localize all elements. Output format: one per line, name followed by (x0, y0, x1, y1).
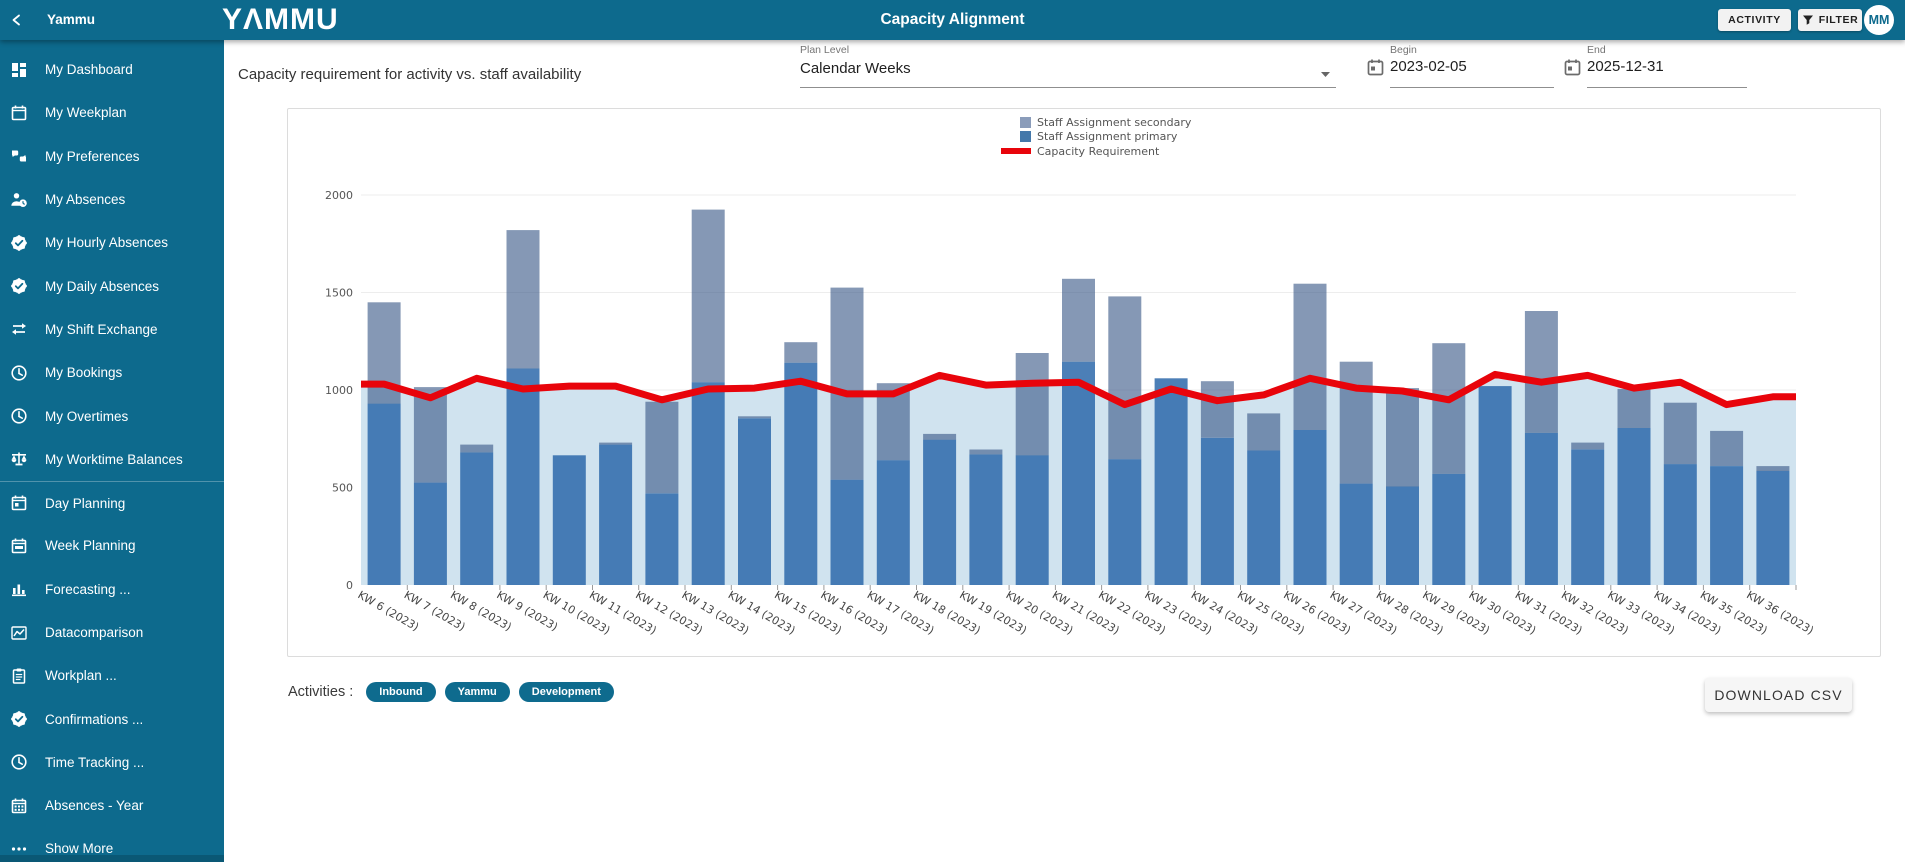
legend-item-capacity-requirement[interactable]: Capacity Requirement (1001, 144, 1191, 159)
sidebar-item-label: My Preferences (45, 149, 140, 164)
sidebar-item-label: Time Tracking ... (45, 755, 144, 770)
legend-item-staff-assignment-primary[interactable]: Staff Assignment primary (1001, 130, 1191, 145)
sidebar-item-day-planning[interactable]: Day Planning (0, 481, 224, 524)
sidebar-item-label: My Hourly Absences (45, 235, 168, 250)
sidebar-item-my-overtimes[interactable]: My Overtimes (0, 394, 224, 437)
sidebar-item-label: Day Planning (45, 496, 125, 511)
svg-text:1000: 1000 (325, 384, 353, 397)
activities-label: Activities : (288, 684, 353, 700)
sidebar-item-my-dashboard[interactable]: My Dashboard (0, 48, 224, 91)
sidebar-item-label: Forecasting ... (45, 582, 131, 597)
activity-chip-inbound[interactable]: Inbound (366, 682, 435, 702)
sidebar-item-my-worktime-balances[interactable]: My Worktime Balances (0, 438, 224, 481)
sidebar: My Dashboard My Weekplan My Preferences My … (0, 40, 224, 862)
plan-level-label: Plan Level (800, 44, 849, 56)
sidebar-item-my-shift-exchange[interactable]: My Shift Exchange (0, 308, 224, 351)
begin-label: Begin (1390, 44, 1417, 56)
clipboard-icon (10, 667, 28, 685)
funnel-icon (1802, 14, 1814, 26)
scale-icon (10, 450, 28, 468)
clock-icon (10, 753, 28, 771)
sidebar-item-confirmations[interactable]: Confirmations ... (0, 697, 224, 740)
sidebar-menu: My Dashboard My Weekplan My Preferences My … (0, 40, 224, 862)
line-chart-icon (10, 624, 28, 642)
badge-check-icon (10, 277, 28, 295)
plan-level-value: Calendar Weeks (800, 60, 911, 77)
dashboard-icon (10, 61, 28, 79)
capacity-chart: 0500100015002000KW 6 (2023)KW 7 (2023)KW… (288, 109, 1880, 663)
calendar-icon[interactable] (1563, 58, 1582, 77)
svg-text:500: 500 (332, 482, 353, 495)
calendar-range-icon (10, 537, 28, 555)
begin-date-input[interactable] (1390, 58, 1554, 75)
sidebar-item-label: My Shift Exchange (45, 322, 158, 337)
calendar-icon[interactable] (1366, 58, 1385, 77)
sidebar-item-label: My Dashboard (45, 62, 133, 77)
sidebar-item-label: My Worktime Balances (45, 452, 183, 467)
sidebar-item-label: My Absences (45, 192, 125, 207)
clock-icon (10, 407, 28, 425)
section-title: Capacity requirement for activity vs. st… (238, 66, 581, 83)
calendar-month-icon (10, 797, 28, 815)
sidebar-item-workplan[interactable]: Workplan ... (0, 654, 224, 697)
sidebar-item-label: Absences - Year (45, 798, 143, 813)
end-label: End (1587, 44, 1606, 56)
activities-row: Activities : Inbound Yammu Development (288, 682, 614, 702)
sidebar-item-my-preferences[interactable]: My Preferences (0, 135, 224, 178)
badge-check-icon (10, 234, 28, 252)
sidebar-item-my-hourly-absences[interactable]: My Hourly Absences (0, 221, 224, 264)
sidebar-item-label: My Weekplan (45, 105, 127, 120)
legend-square-swatch (1020, 117, 1031, 128)
capacity-chart-svg: 0500100015002000KW 6 (2023)KW 7 (2023)KW… (288, 109, 1882, 658)
sidebar-bottom-strip (0, 855, 224, 862)
sidebar-item-my-bookings[interactable]: My Bookings (0, 351, 224, 394)
download-csv-button[interactable]: DOWNLOAD CSV (1705, 678, 1852, 712)
sidebar-item-label: Workplan ... (45, 668, 117, 683)
sidebar-item-label: Datacomparison (45, 625, 143, 640)
clock-icon (10, 364, 28, 382)
sidebar-item-forecasting[interactable]: Forecasting ... (0, 568, 224, 611)
sidebar-item-label: My Daily Absences (45, 279, 159, 294)
sidebar-item-my-weekplan[interactable]: My Weekplan (0, 91, 224, 134)
svg-text:1500: 1500 (325, 287, 353, 300)
calendar-icon (10, 104, 28, 122)
legend-item-staff-assignment-secondary[interactable]: Staff Assignment secondary (1001, 115, 1191, 130)
svg-text:2000: 2000 (325, 189, 353, 202)
legend-square-swatch (1020, 131, 1031, 142)
legend-line-swatch (1001, 148, 1031, 154)
sidebar-item-my-daily-absences[interactable]: My Daily Absences (0, 264, 224, 307)
bar-chart-icon (10, 580, 28, 598)
swap-arrows-icon (10, 320, 28, 338)
page-title: Capacity Alignment (0, 11, 1905, 29)
sidebar-item-my-absences[interactable]: My Absences (0, 178, 224, 221)
activity-chip-yammu[interactable]: Yammu (445, 682, 510, 702)
person-clock-icon (10, 191, 28, 209)
sidebar-item-week-planning[interactable]: Week Planning (0, 524, 224, 567)
user-avatar[interactable]: MM (1864, 5, 1894, 35)
sidebar-item-label: Confirmations ... (45, 712, 143, 727)
sidebar-item-time-tracking[interactable]: Time Tracking ... (0, 741, 224, 784)
svg-text:0: 0 (346, 579, 353, 592)
sidebar-item-label: Week Planning (45, 538, 136, 553)
sidebar-item-label: My Bookings (45, 365, 122, 380)
badge-check-icon (10, 710, 28, 728)
sidebar-item-label: My Overtimes (45, 409, 128, 424)
activity-chip-development[interactable]: Development (519, 682, 614, 702)
capacity-chart-card: Staff Assignment secondaryStaff Assignme… (287, 108, 1881, 657)
thumbs-icon (10, 147, 28, 165)
app-bar: Yammu YΛMMU Capacity Alignment ACTIVITY … (0, 0, 1905, 40)
chart-legend: Staff Assignment secondaryStaff Assignme… (1001, 115, 1191, 159)
activity-button[interactable]: ACTIVITY (1718, 9, 1791, 31)
filter-button[interactable]: FILTER (1798, 9, 1862, 31)
sidebar-item-datacomparison[interactable]: Datacomparison (0, 611, 224, 654)
plan-level-select[interactable]: Plan Level Calendar Weeks (800, 40, 1336, 88)
activity-chips: Inbound Yammu Development (366, 682, 614, 702)
calendar-day-icon (10, 494, 28, 512)
end-date-input[interactable] (1587, 58, 1747, 75)
main-content: Capacity requirement for activity vs. st… (224, 40, 1905, 862)
chevron-down-icon (1321, 64, 1330, 82)
sidebar-item-absences-year[interactable]: Absences - Year (0, 784, 224, 827)
